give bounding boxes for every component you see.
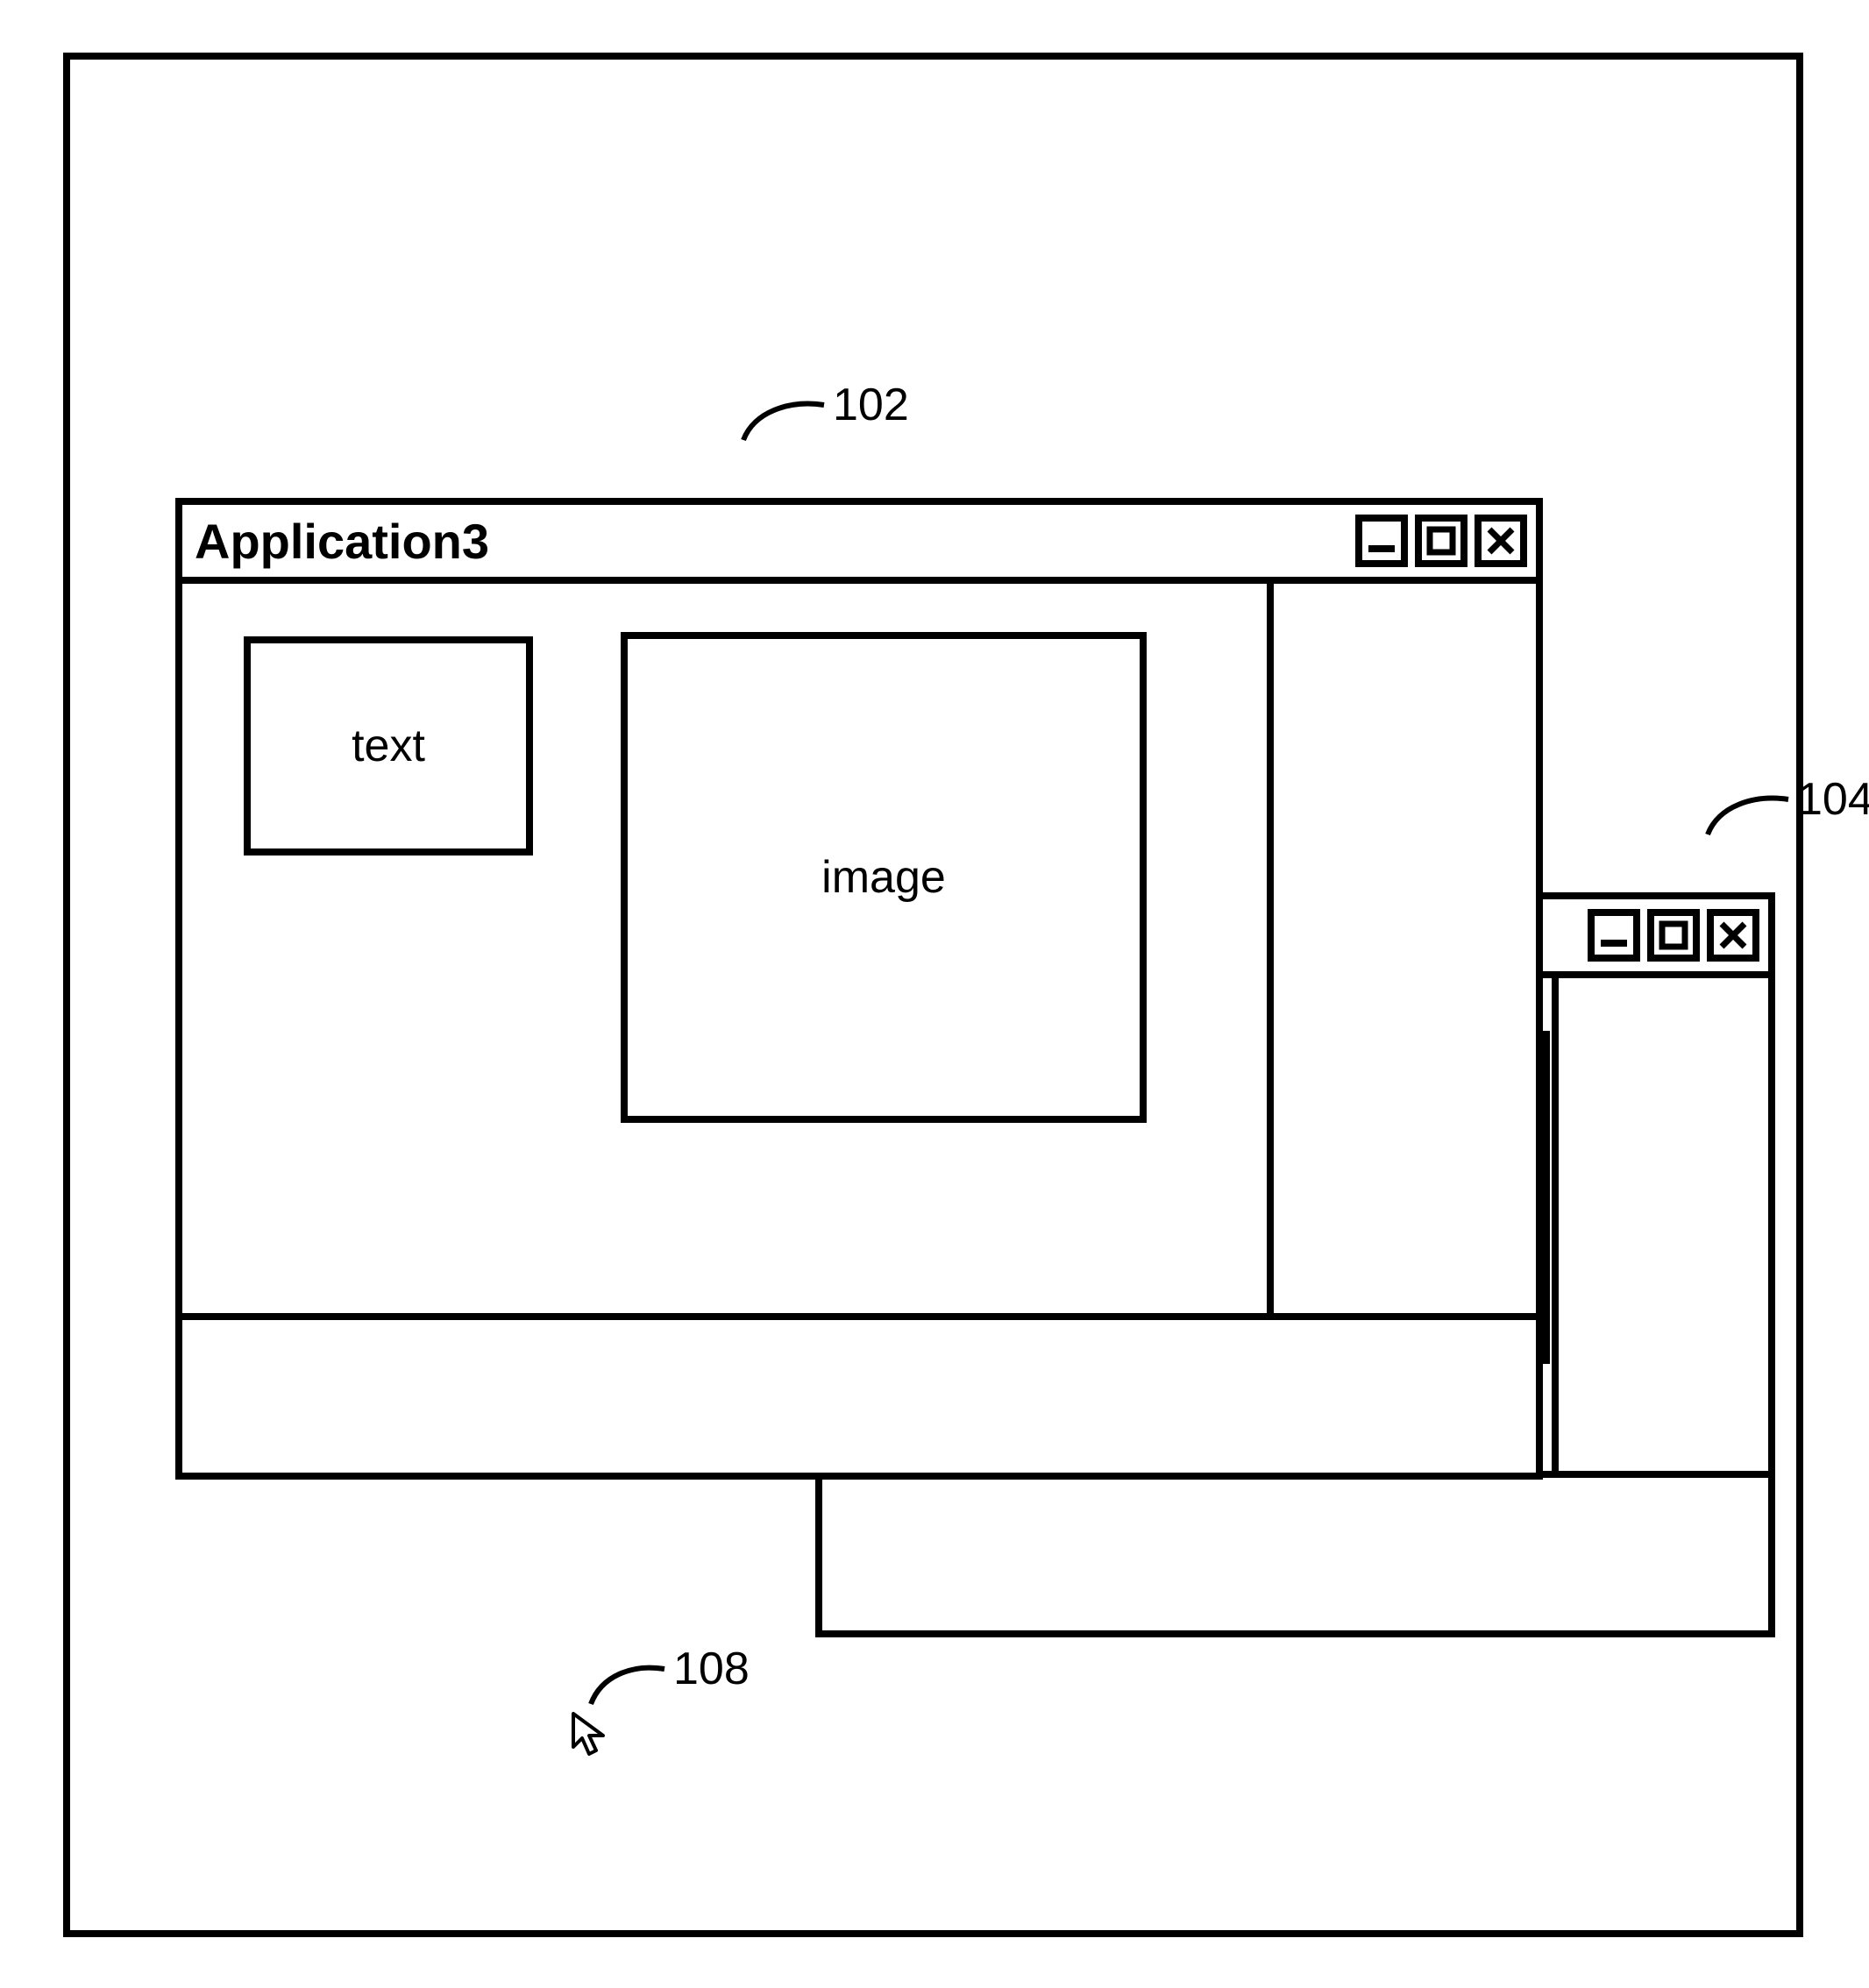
background-side-pane [1559,978,1768,1478]
text-placeholder-label: text [352,720,425,772]
diagram-canvas: e Application3 [0,0,1869,1988]
callout-leader-108 [584,1658,672,1711]
foreground-window-controls [1355,515,1527,567]
callout-104: 104 [1797,773,1869,826]
foreground-client-area: text image [182,584,1536,1473]
cursor-icon [570,1712,608,1757]
minimize-icon [1599,920,1629,950]
close-icon [1486,526,1516,556]
minimize-button[interactable] [1588,909,1640,962]
background-window-controls [1588,909,1759,962]
foreground-application-window[interactable]: Application3 [175,498,1543,1480]
maximize-icon [1659,920,1688,950]
desktop-frame: e Application3 [63,53,1803,1937]
maximize-button[interactable] [1415,515,1467,567]
minimize-icon [1367,526,1396,556]
callout-108: 108 [673,1643,750,1695]
close-button[interactable] [1475,515,1527,567]
minimize-button[interactable] [1355,515,1408,567]
callout-102: 102 [833,379,909,431]
mouse-cursor [570,1712,608,1762]
foreground-title: Application3 [195,513,489,570]
maximize-icon [1426,526,1456,556]
callout-leader-102 [736,394,833,447]
text-placeholder: text [244,636,533,856]
close-icon [1718,920,1748,950]
image-placeholder: image [621,632,1147,1123]
foreground-side-pane [1274,584,1536,1320]
maximize-button[interactable] [1647,909,1700,962]
foreground-titlebar[interactable]: Application3 [182,505,1536,584]
image-placeholder-label: image [821,851,946,904]
callout-leader-104 [1701,789,1797,841]
foreground-main-pane: text image [182,584,1274,1320]
close-button[interactable] [1707,909,1759,962]
